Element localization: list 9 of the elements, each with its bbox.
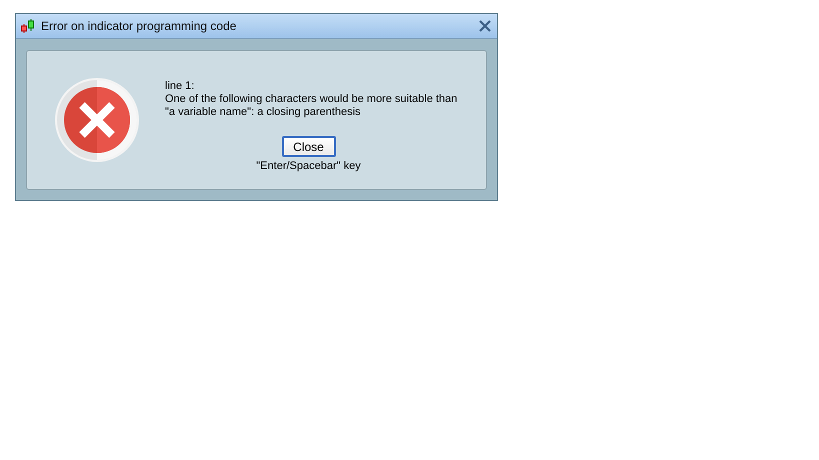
window-title: Error on indicator programming code xyxy=(41,19,238,33)
keyboard-hint: "Enter/Spacebar" key xyxy=(256,160,361,172)
close-button[interactable]: Close xyxy=(282,136,336,157)
error-icon xyxy=(55,78,139,162)
close-icon[interactable] xyxy=(479,20,491,32)
candlestick-icon xyxy=(20,18,36,34)
message-line: One of the following characters would be more suitable than xyxy=(165,93,458,106)
message-line: line 1: xyxy=(165,80,196,93)
message-line: "a variable name": a closing parenthesis xyxy=(165,106,362,119)
